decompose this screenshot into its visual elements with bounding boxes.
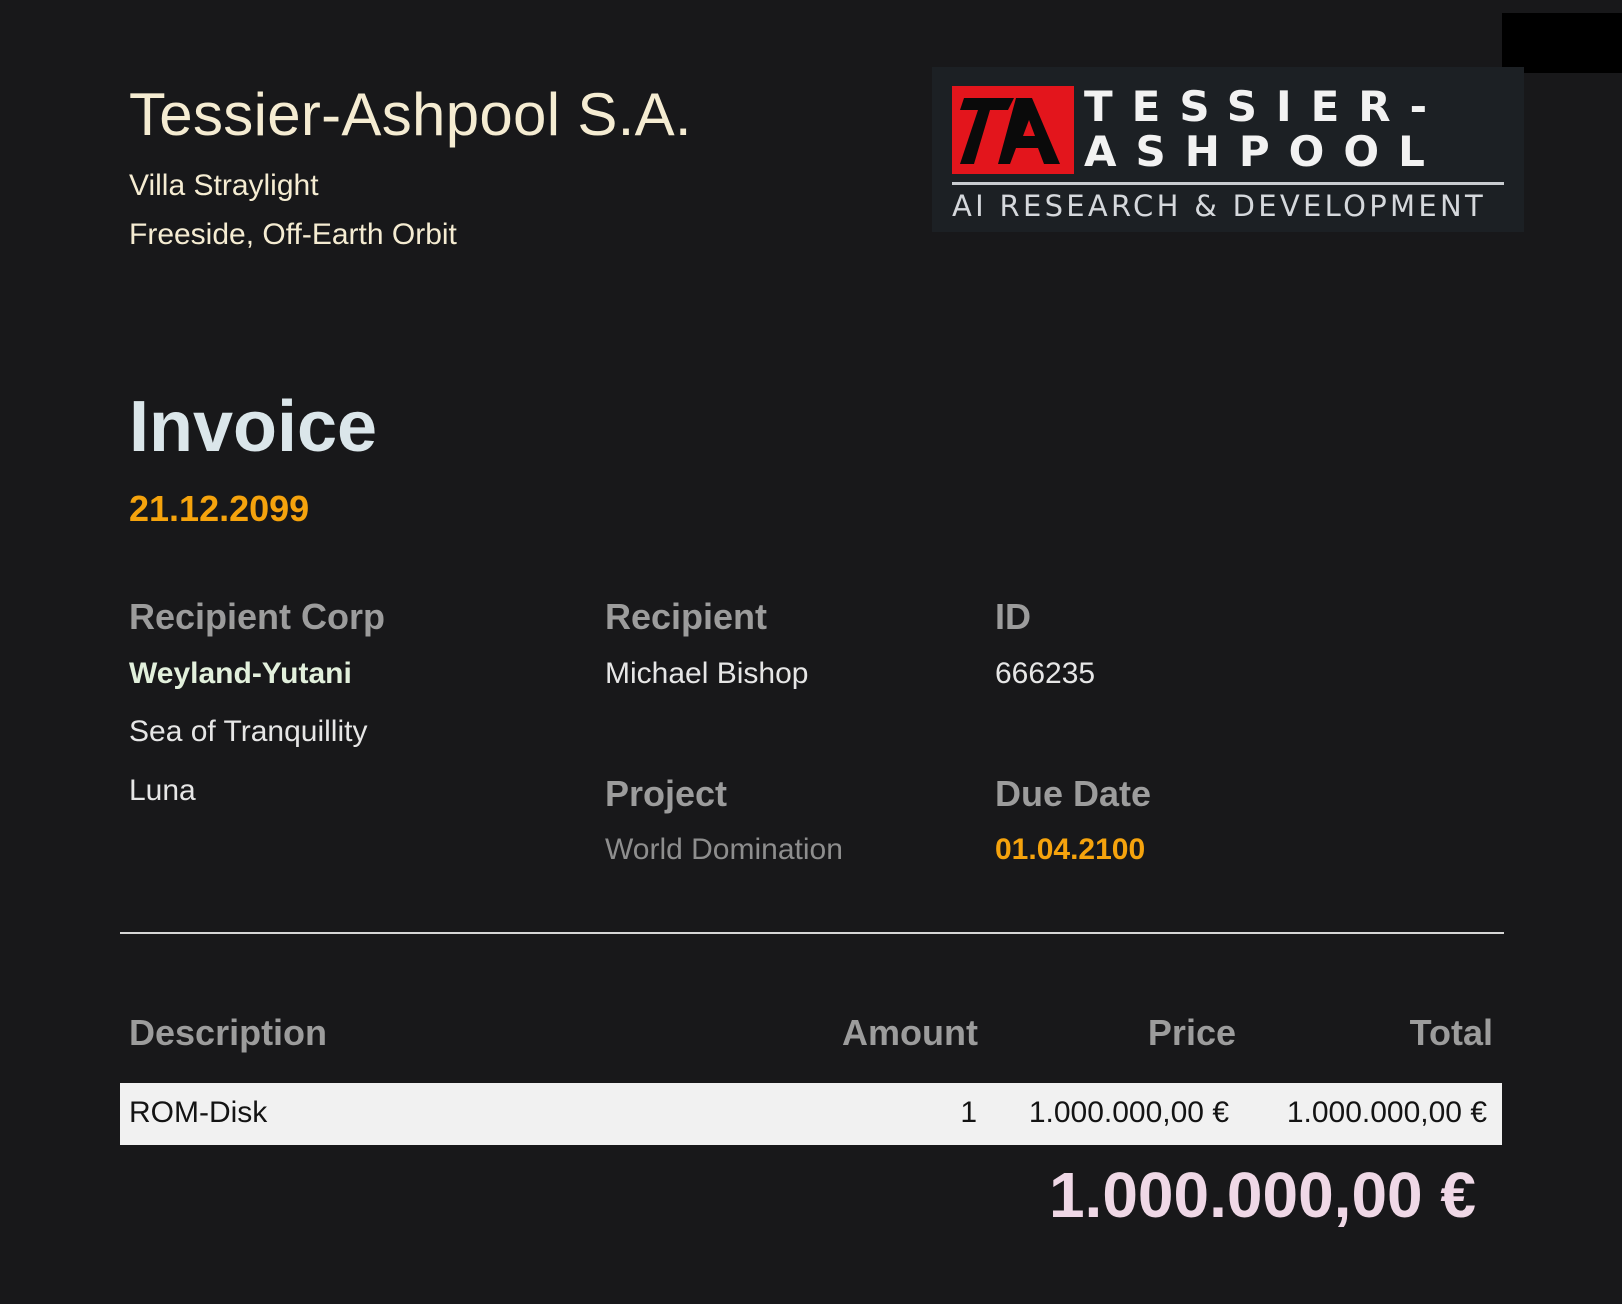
recipient-value: Michael Bishop xyxy=(605,657,809,690)
grand-total: 1.000.000,00 € xyxy=(1048,1159,1476,1231)
logo-wordmark-line-2: ASHPOOL xyxy=(1084,127,1444,176)
recipient-corp-label: Recipient Corp xyxy=(129,596,386,637)
due-date-label: Due Date xyxy=(995,773,1152,814)
sender-address-line-2: Freeside, Off-Earth Orbit xyxy=(129,218,457,251)
sender-address-line-1: Villa Straylight xyxy=(129,169,319,202)
row-description: ROM-Disk xyxy=(129,1096,268,1129)
logo-ta-mark-icon xyxy=(952,86,1074,174)
table-header-amount: Amount xyxy=(842,1012,978,1053)
invoice-date: 21.12.2099 xyxy=(129,488,310,529)
row-amount: 1 xyxy=(960,1096,977,1129)
recipient-corp-name: Weyland-Yutani xyxy=(129,657,352,690)
project-value: World Domination xyxy=(605,833,843,866)
table-header-description: Description xyxy=(129,1012,328,1053)
logo-wordmark-line-1: TESSIER- xyxy=(1084,82,1447,131)
row-price: 1.000.000,00 € xyxy=(1028,1096,1229,1129)
recipient-corp-address-line-1: Sea of Tranquillity xyxy=(129,715,368,748)
recipient-corp-address-line-2: Luna xyxy=(129,774,196,807)
logo-divider xyxy=(952,182,1504,185)
id-value: 666235 xyxy=(995,657,1096,690)
table-header-price: Price xyxy=(1147,1012,1236,1053)
section-divider xyxy=(120,932,1504,934)
table-header-total: Total xyxy=(1409,1012,1493,1053)
table-row: ROM-Disk 1 1.000.000,00 € 1.000.000,00 € xyxy=(120,1083,1502,1145)
row-total: 1.000.000,00 € xyxy=(1286,1096,1487,1129)
due-date-value: 01.04.2100 xyxy=(995,833,1146,866)
project-label: Project xyxy=(605,773,728,814)
recipient-label: Recipient xyxy=(605,596,768,637)
id-label: ID xyxy=(995,596,1031,637)
company-logo: TESSIER- ASHPOOL AI RESEARCH & DEVELOPME… xyxy=(932,67,1524,232)
invoice-title: Invoice xyxy=(129,387,378,467)
logo-tagline: AI RESEARCH & DEVELOPMENT xyxy=(952,189,1486,223)
sender-company-name: Tessier-Ashpool S.A. xyxy=(129,81,692,148)
corner-black-block xyxy=(1502,13,1622,73)
